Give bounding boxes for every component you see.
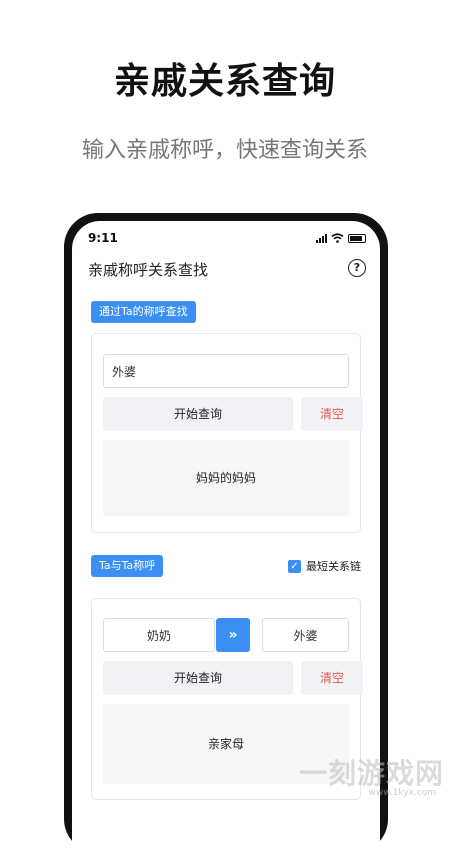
promo-headline: 亲戚关系查询 <box>113 61 336 102</box>
help-icon[interactable]: ? <box>348 259 366 277</box>
app-title: 亲戚称呼关系查找 <box>88 261 209 279</box>
section1-tag: 通过Ta的称呼查找 <box>91 301 196 323</box>
query-button[interactable]: 开始查询 <box>103 397 293 431</box>
checkbox-label: 最短关系链 <box>306 560 361 573</box>
signal-icon <box>316 234 327 243</box>
double-chevron-right-icon: » <box>228 627 238 643</box>
to-relation-input[interactable]: 外婆 <box>262 618 349 652</box>
from-relation-input[interactable]: 奶奶 <box>103 618 215 652</box>
promo-subline: 输入亲戚称呼，快速查询关系 <box>81 138 368 163</box>
section1-card: 外婆 开始查询 清空 妈妈的妈妈 <box>91 333 363 533</box>
relation-input[interactable]: 外婆 <box>103 354 349 388</box>
status-bar: 9:11 <box>88 231 366 247</box>
clear-button[interactable]: 清空 <box>301 397 363 431</box>
section2-tag: Ta与Ta称呼 <box>91 555 164 577</box>
clear-button-2[interactable]: 清空 <box>301 661 363 695</box>
status-icons <box>316 233 366 243</box>
swap-button[interactable]: » <box>216 618 250 652</box>
wifi-icon <box>331 233 344 243</box>
watermark-url: www.1kyx.com <box>368 788 436 798</box>
query-button-2[interactable]: 开始查询 <box>103 661 293 695</box>
watermark-logo: 一刻游戏网 <box>298 757 444 790</box>
result-display: 妈妈的妈妈 <box>103 440 349 516</box>
battery-icon <box>348 234 366 243</box>
shortest-chain-toggle[interactable]: ✓ 最短关系链 <box>288 558 361 574</box>
status-time: 9:11 <box>88 231 118 245</box>
checkbox-checked-icon[interactable]: ✓ <box>288 559 301 573</box>
